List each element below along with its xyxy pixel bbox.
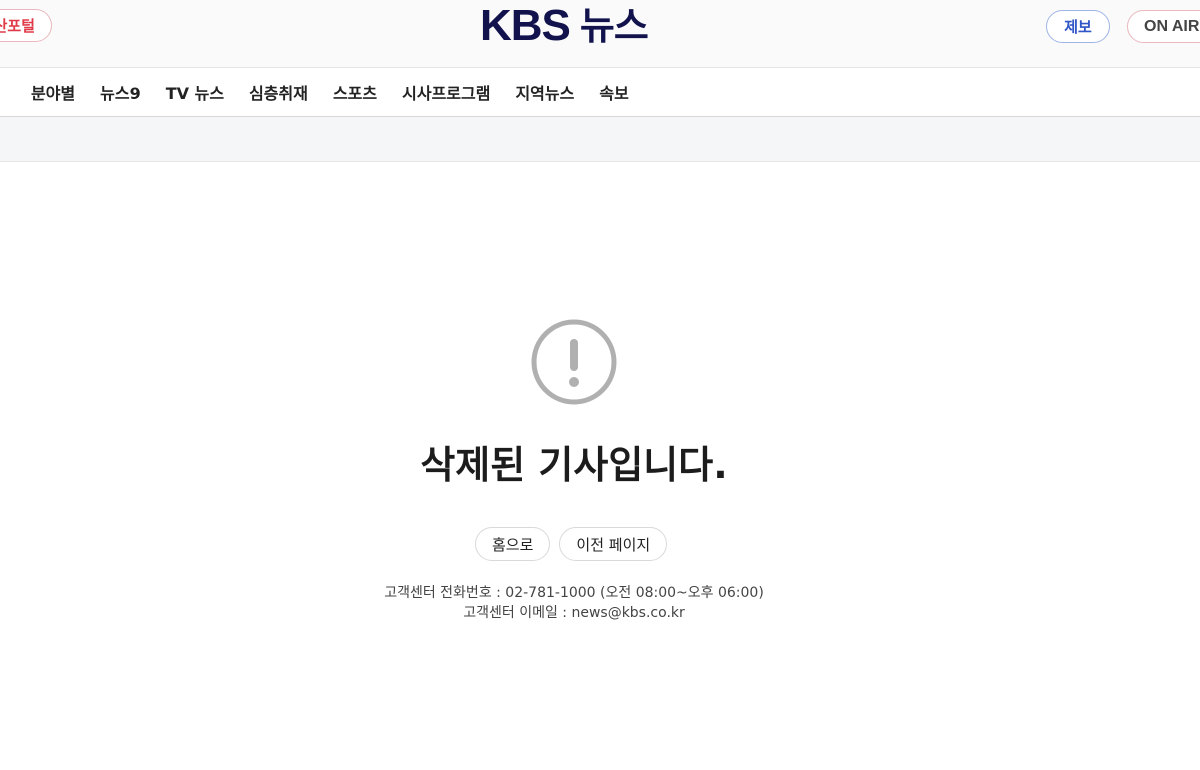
logo-news-text: 뉴스: [579, 4, 649, 48]
nav-item-regional-news[interactable]: 지역뉴스: [515, 80, 574, 104]
sub-nav-band: [0, 118, 1200, 162]
home-button[interactable]: 홈으로: [475, 527, 551, 561]
nav-item-tv-news[interactable]: TV 뉴스: [166, 80, 224, 104]
nav-item-breaking[interactable]: 속보: [599, 80, 628, 104]
on-air-button[interactable]: ON AIR: [1127, 10, 1200, 43]
customer-center-info: 고객센터 전화번호 : 02-781-1000 (오전 08:00~오후 06:…: [0, 583, 1148, 623]
contact-phone: 고객센터 전화번호 : 02-781-1000 (오전 08:00~오후 06:…: [384, 585, 764, 601]
portal-button[interactable]: 산포털: [0, 9, 52, 42]
deleted-article-message: 삭제된 기사입니다.: [420, 443, 728, 487]
nav-item-news9[interactable]: 뉴스9: [100, 80, 141, 104]
nav-item-in-depth[interactable]: 심층취재: [249, 80, 308, 104]
top-header: 산포털 KBS 뉴스 제보 ON AIR: [0, 0, 1200, 68]
nav-item-sports[interactable]: 스포츠: [333, 80, 377, 104]
report-button[interactable]: 제보: [1046, 10, 1110, 43]
nav-item-category[interactable]: 분야별: [31, 80, 75, 104]
previous-page-button[interactable]: 이전 페이지: [559, 527, 668, 561]
exclamation-circle-icon: [531, 319, 617, 405]
error-content: 삭제된 기사입니다. 홈으로 이전 페이지 고객센터 전화번호 : 02-781…: [0, 162, 1200, 770]
kbs-news-logo[interactable]: KBS 뉴스: [480, 1, 649, 50]
nav-item-current-affairs[interactable]: 시사프로그램: [402, 80, 490, 104]
contact-email: 고객센터 이메일 : news@kbs.co.kr: [463, 605, 685, 621]
main-nav: 분야별 뉴스9 TV 뉴스 심층취재 스포츠 시사프로그램 지역뉴스 속보: [0, 68, 1200, 117]
nav-list: 분야별 뉴스9 TV 뉴스 심층취재 스포츠 시사프로그램 지역뉴스 속보: [31, 68, 654, 116]
logo-kbs-text: KBS: [480, 1, 571, 50]
action-buttons: 홈으로 이전 페이지: [475, 527, 668, 561]
